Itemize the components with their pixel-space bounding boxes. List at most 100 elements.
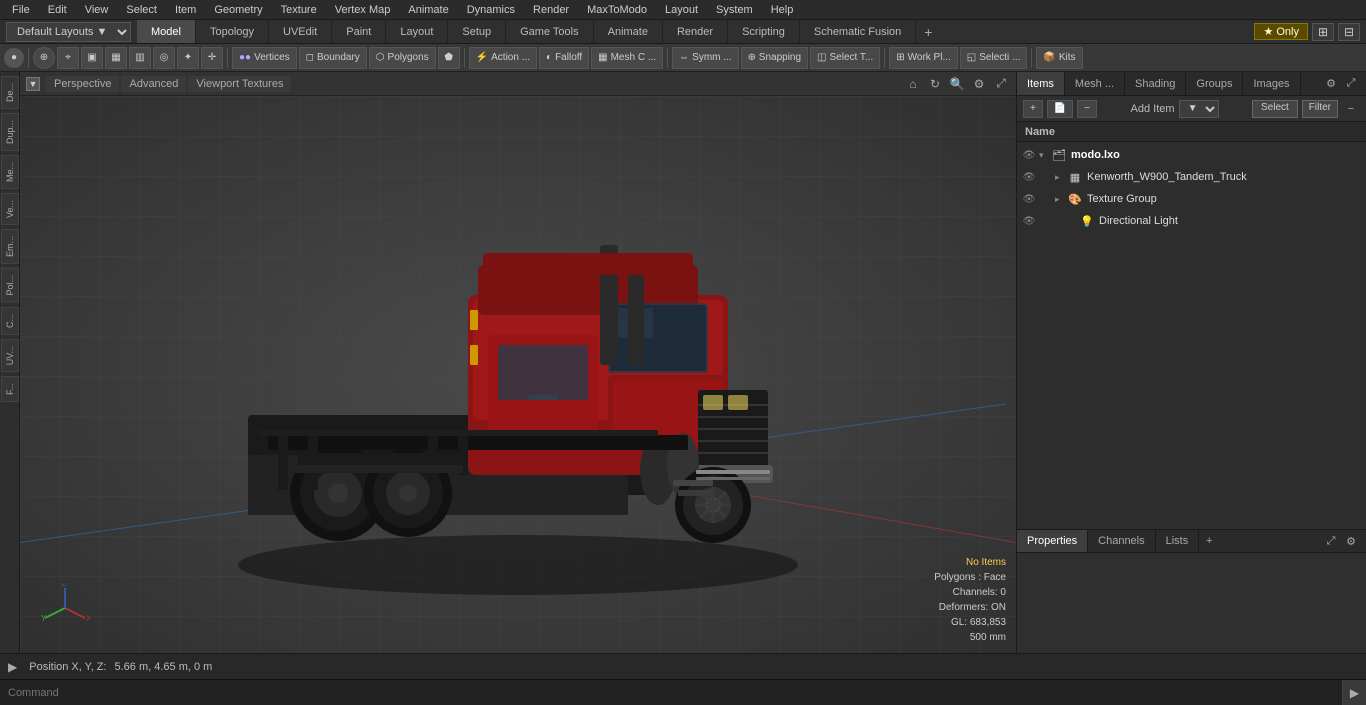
item-row-root[interactable]: 👁 ▾ 🗂 modo.lxo [1017, 144, 1366, 166]
item-row-light[interactable]: 👁 💡 Directional Light [1017, 210, 1366, 232]
items-collapse-icon[interactable]: − [1342, 100, 1360, 118]
rp-tab-shading[interactable]: Shading [1125, 72, 1186, 95]
menu-select[interactable]: Select [118, 2, 165, 18]
menu-maxtomode[interactable]: MaxToModo [579, 2, 655, 18]
menu-system[interactable]: System [708, 2, 761, 18]
tab-add[interactable]: + [916, 20, 940, 43]
item-row-mesh[interactable]: 👁 ▸ ▦ Kenworth_W900_Tandem_Truck [1017, 166, 1366, 188]
rp-tab-items[interactable]: Items [1017, 72, 1065, 95]
item-eye-root[interactable]: 👁 [1021, 147, 1037, 163]
falloff-btn[interactable]: ◐ Falloff [539, 47, 589, 69]
vp-zoom-icon[interactable]: 🔍 [948, 75, 966, 93]
tool-globe-btn[interactable]: ⊕ [33, 47, 55, 69]
tab-model[interactable]: Model [137, 20, 196, 43]
rp-tab-mesh[interactable]: Mesh ... [1065, 72, 1125, 95]
rp-settings-icon[interactable]: ⚙ [1322, 75, 1340, 93]
menu-view[interactable]: View [77, 2, 117, 18]
tool-half-grid-btn[interactable]: ▥ [129, 47, 151, 69]
sidebar-tab-em[interactable]: Em... [1, 229, 19, 264]
vp-tab-advanced[interactable]: Advanced [121, 76, 186, 92]
menu-vertex-map[interactable]: Vertex Map [327, 2, 399, 18]
layout-selector[interactable]: Default Layouts ▼ [6, 22, 131, 42]
sidebar-tab-de[interactable]: De... [1, 76, 19, 109]
tool-target-btn[interactable]: ⌖ [57, 47, 79, 69]
items-doc-btn[interactable]: 📄 [1047, 100, 1073, 118]
tab-game-tools[interactable]: Game Tools [506, 20, 594, 43]
tab-paint[interactable]: Paint [332, 20, 386, 43]
menu-layout[interactable]: Layout [657, 2, 706, 18]
items-select-btn[interactable]: Select [1252, 100, 1298, 118]
work-pl-btn[interactable]: ⊞ Work Pl... [889, 47, 958, 69]
vp-rotate-icon[interactable]: ↻ [926, 75, 944, 93]
menu-item[interactable]: Item [167, 2, 204, 18]
menu-file[interactable]: File [4, 2, 38, 18]
selecti-btn[interactable]: ◱ Selecti ... [960, 47, 1028, 69]
tool-box-btn[interactable]: ▣ [81, 47, 103, 69]
mesh-c-btn[interactable]: ▦ Mesh C ... [591, 47, 663, 69]
item-eye-light[interactable]: 👁 [1021, 213, 1037, 229]
tool-cross-btn[interactable]: ✛ [201, 47, 223, 69]
menu-help[interactable]: Help [763, 2, 802, 18]
add-item-select[interactable]: ▼ [1179, 100, 1219, 118]
pp-tab-properties[interactable]: Properties [1017, 530, 1088, 552]
sidebar-tab-uv[interactable]: UV... [1, 339, 19, 372]
tool-star-btn[interactable]: ✦ [177, 47, 199, 69]
viewport-menu-btn[interactable]: ▼ [26, 77, 40, 91]
item-arrow-texture[interactable]: ▸ [1055, 194, 1067, 205]
sidebar-tab-ve[interactable]: Ve... [1, 193, 19, 225]
item-eye-mesh[interactable]: 👁 [1021, 169, 1037, 185]
select-t-btn[interactable]: ◫ Select T... [810, 47, 880, 69]
tab-layout[interactable]: Layout [386, 20, 448, 43]
kits-btn[interactable]: 📦 Kits [1036, 47, 1082, 69]
status-arrow[interactable]: ▶ [8, 660, 17, 674]
sidebar-tab-f[interactable]: F... [1, 376, 19, 402]
command-run-button[interactable]: ▶ [1342, 680, 1366, 705]
vertices-btn[interactable]: ●● Vertices [232, 47, 297, 69]
tab-schematic-fusion[interactable]: Schematic Fusion [800, 20, 916, 43]
polygons-btn[interactable]: ⬡ Polygons [369, 47, 436, 69]
items-list[interactable]: 👁 ▾ 🗂 modo.lxo 👁 ▸ ▦ Kenworth_W900_Tande… [1017, 142, 1366, 529]
vp-tab-perspective[interactable]: Perspective [46, 76, 119, 92]
menu-animate[interactable]: Animate [400, 2, 456, 18]
menu-geometry[interactable]: Geometry [206, 2, 270, 18]
menu-render[interactable]: Render [525, 2, 577, 18]
vp-tab-textures[interactable]: Viewport Textures [188, 76, 291, 92]
menu-edit[interactable]: Edit [40, 2, 75, 18]
pp-tab-lists[interactable]: Lists [1156, 530, 1200, 552]
vp-expand-icon[interactable]: ⤢ [992, 75, 1010, 93]
tab-topology[interactable]: Topology [196, 20, 269, 43]
snapping-btn[interactable]: ⊕ Snapping [741, 47, 808, 69]
sidebar-tab-pol[interactable]: Pol... [1, 268, 19, 303]
star-button[interactable]: ★ Only [1254, 23, 1308, 40]
vp-settings-icon[interactable]: ⚙ [970, 75, 988, 93]
pp-tab-add[interactable]: + [1199, 530, 1219, 552]
tool-circle-btn[interactable]: ◎ [153, 47, 175, 69]
item-eye-texture[interactable]: 👁 [1021, 191, 1037, 207]
layout-icon-1[interactable]: ⊞ [1312, 23, 1334, 41]
tab-scripting[interactable]: Scripting [728, 20, 800, 43]
action-btn[interactable]: ⚡ Action ... [469, 47, 537, 69]
items-plus-btn[interactable]: + [1023, 100, 1043, 118]
menu-dynamics[interactable]: Dynamics [459, 2, 523, 18]
sidebar-tab-dup[interactable]: Dup... [1, 113, 19, 151]
viewport-canvas[interactable]: No Items Polygons : Face Channels: 0 Def… [20, 96, 1016, 653]
rp-tab-images[interactable]: Images [1243, 72, 1300, 95]
toggle-icon-btn[interactable]: ⬟ [438, 47, 460, 69]
rp-tab-groups[interactable]: Groups [1186, 72, 1243, 95]
pp-tab-channels[interactable]: Channels [1088, 530, 1155, 552]
pp-settings-icon[interactable]: ⚙ [1342, 532, 1360, 550]
command-input[interactable] [0, 687, 1342, 699]
tab-animate[interactable]: Animate [594, 20, 663, 43]
item-row-texture[interactable]: 👁 ▸ 🎨 Texture Group [1017, 188, 1366, 210]
rp-expand-icon[interactable]: ⤢ [1342, 75, 1360, 93]
items-minus-btn[interactable]: − [1077, 100, 1097, 118]
pp-expand-icon[interactable]: ⤢ [1322, 532, 1340, 550]
tab-render[interactable]: Render [663, 20, 728, 43]
items-filter-btn[interactable]: Filter [1302, 100, 1338, 118]
boundary-btn[interactable]: ◻ Boundary [299, 47, 367, 69]
symm-btn[interactable]: ⇔ Symm ... [672, 47, 738, 69]
mode-circle-btn[interactable]: ● [4, 48, 24, 68]
item-arrow-mesh[interactable]: ▸ [1055, 172, 1067, 183]
menu-texture[interactable]: Texture [273, 2, 325, 18]
vp-home-icon[interactable]: ⌂ [904, 75, 922, 93]
